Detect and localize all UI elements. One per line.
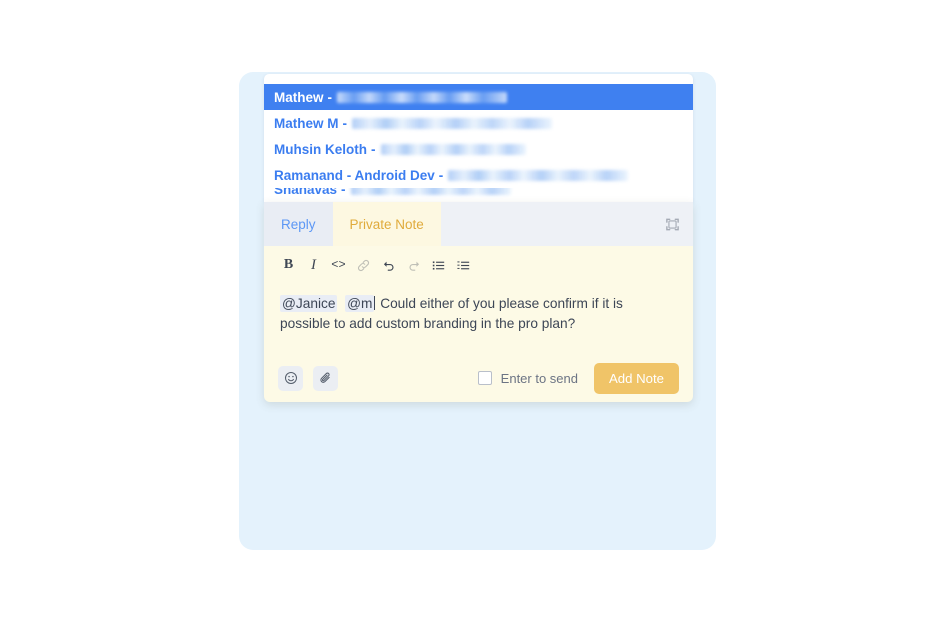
- composer-action-bar: Enter to send Add Note: [264, 354, 693, 402]
- mention-item-email-redacted: [337, 91, 508, 103]
- tab-reply[interactable]: Reply: [264, 202, 333, 246]
- mention-item-separator: -: [341, 188, 346, 197]
- mention-item-email-redacted: [448, 169, 629, 181]
- mention-item-separator: -: [342, 115, 348, 131]
- paperclip-icon[interactable]: [313, 365, 338, 391]
- mention-autocomplete-dropdown: Mathew - Mathew M - Muhsin Keloth - Rama…: [264, 74, 693, 202]
- mention-item-email-redacted: [380, 143, 526, 155]
- text-cursor: [374, 296, 376, 310]
- mention-item-name: Shanavas: [274, 188, 338, 197]
- emoji-icon[interactable]: [278, 365, 303, 391]
- mention-item-name: Mathew: [274, 89, 324, 105]
- add-note-button[interactable]: Add Note: [594, 362, 679, 394]
- italic-icon[interactable]: I: [301, 254, 326, 276]
- expand-icon[interactable]: [661, 213, 683, 235]
- ordered-list-icon[interactable]: [451, 254, 476, 276]
- mention-list-item[interactable]: Mathew -: [264, 84, 693, 110]
- mention-chip-partial: @m: [345, 295, 375, 312]
- mention-item-email-redacted: [352, 117, 553, 129]
- mention-item-email-redacted: [350, 188, 511, 195]
- bullet-list-icon[interactable]: [426, 254, 451, 276]
- mention-item-name: Muhsin Keloth: [274, 141, 367, 157]
- enter-to-send-label: Enter to send: [500, 370, 578, 386]
- enter-to-send-toggle[interactable]: Enter to send: [477, 370, 578, 386]
- mention-item-separator: -: [438, 167, 444, 183]
- redo-icon[interactable]: [401, 254, 426, 276]
- mention-item-separator: -: [371, 141, 376, 157]
- mention-item-name: Mathew M: [274, 115, 339, 131]
- mention-item-name: Ramanand - Android Dev: [274, 167, 435, 183]
- undo-icon[interactable]: [376, 254, 401, 276]
- enter-to-send-checkbox[interactable]: [477, 371, 492, 385]
- formatting-toolbar: B I <>: [264, 246, 693, 280]
- link-icon[interactable]: [351, 254, 376, 276]
- tab-private-note[interactable]: Private Note: [332, 202, 441, 246]
- bold-icon[interactable]: B: [276, 254, 301, 276]
- code-icon[interactable]: <>: [326, 254, 351, 276]
- mention-chip-janice: @Janice: [280, 295, 338, 312]
- composer-tab-strip: Reply Private Note: [264, 202, 693, 246]
- mention-list-item[interactable]: Muhsin Keloth -: [264, 136, 693, 162]
- mention-list-item-partial[interactable]: Shanavas -: [264, 188, 693, 202]
- mention-list-item[interactable]: Ramanand - Android Dev -: [264, 162, 693, 188]
- mention-list-item[interactable]: Mathew M -: [264, 110, 693, 136]
- mention-item-separator: -: [327, 89, 333, 105]
- message-composer: Reply Private Note B I <> @Janice @m Cou…: [264, 202, 693, 402]
